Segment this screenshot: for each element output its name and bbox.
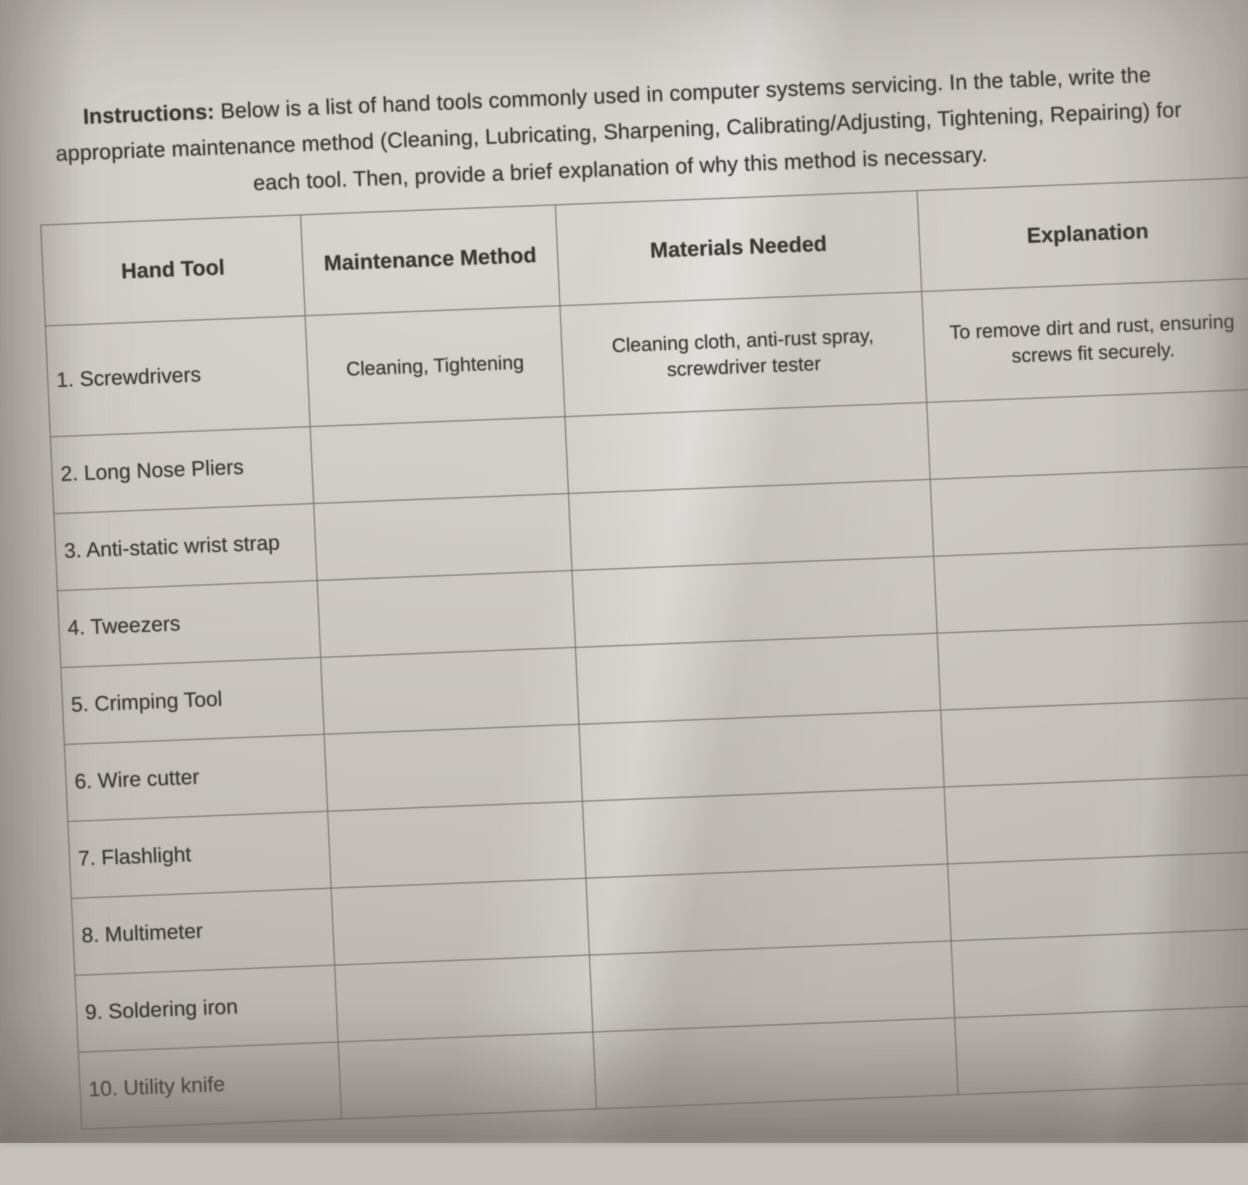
column-header-maintenance-method: Maintenance Method [300, 204, 560, 316]
cell-maintenance-method[interactable] [313, 493, 572, 581]
cell-hand-tool: 3. Anti-static wrist strap [53, 503, 318, 591]
instructions-label: Instructions: [82, 99, 215, 129]
cell-hand-tool: 6. Wire cutter [64, 734, 328, 822]
cell-maintenance-method[interactable]: Cleaning, Tightening [305, 305, 565, 427]
cell-hand-tool: 5. Crimping Tool [60, 657, 325, 745]
cell-hand-tool: 7. Flashlight [67, 811, 332, 899]
table-body: 1. Screwdrivers Cleaning, Tightening Cle… [45, 278, 1248, 1130]
cell-hand-tool: 8. Multimeter [71, 888, 335, 976]
cell-maintenance-method[interactable] [324, 724, 583, 812]
cell-materials-needed[interactable] [582, 787, 948, 879]
cell-materials-needed[interactable] [564, 402, 931, 494]
cell-hand-tool: 4. Tweezers [57, 580, 321, 668]
left-shadow-gradient [0, 0, 90, 1143]
right-shadow-gradient [1098, 0, 1248, 1143]
cell-maintenance-method[interactable] [310, 416, 569, 504]
cell-materials-needed[interactable] [575, 633, 941, 725]
cell-maintenance-method[interactable] [320, 647, 579, 735]
cell-maintenance-method[interactable] [331, 878, 590, 966]
worksheet-sheet: Instructions: Below is a list of hand to… [24, 0, 1248, 1185]
cell-materials-needed[interactable]: Cleaning cloth, anti-rust spray, screwdr… [559, 291, 927, 417]
hand-tool-maintenance-table: Hand Tool Maintenance Method Materials N… [40, 177, 1248, 1130]
cell-materials-needed[interactable] [571, 556, 938, 648]
instructions-body: Below is a list of hand tools commonly u… [55, 62, 1183, 196]
cell-materials-needed[interactable] [585, 863, 952, 956]
bottom-shadow-gradient [0, 1013, 1248, 1143]
cell-materials-needed[interactable] [568, 479, 934, 571]
cell-materials-needed[interactable] [578, 710, 945, 802]
column-header-materials-needed: Materials Needed [555, 190, 922, 306]
cell-maintenance-method[interactable] [317, 570, 576, 658]
cell-maintenance-method[interactable] [327, 801, 586, 889]
